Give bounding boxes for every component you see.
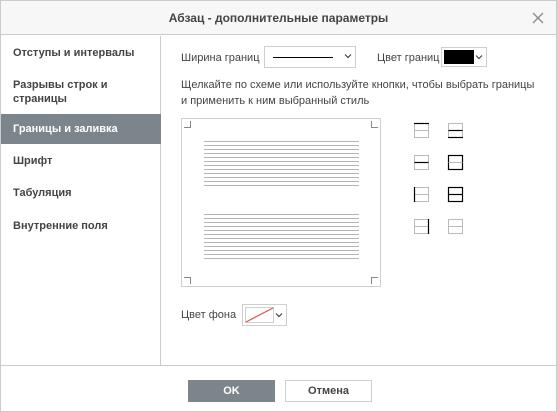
corner-mark-icon xyxy=(184,121,191,128)
border-bottom-icon[interactable] xyxy=(447,122,464,139)
border-hint-text: Щелкайте по схеме или используйте кнопки… xyxy=(181,79,535,107)
border-color-swatch xyxy=(444,50,474,64)
corner-mark-icon xyxy=(371,121,378,128)
sidebar-item-font[interactable]: Шрифт xyxy=(1,154,161,170)
border-none-icon[interactable] xyxy=(447,218,464,235)
preview-paragraph-1 xyxy=(204,141,359,189)
sidebar-item-margins[interactable]: Внутренние поля xyxy=(1,219,161,235)
border-color-picker[interactable] xyxy=(441,47,487,67)
no-fill-icon xyxy=(245,307,274,323)
chevron-down-icon xyxy=(344,54,352,59)
border-width-label: Ширина границ xyxy=(181,52,260,64)
border-outer-all-icon[interactable] xyxy=(447,154,464,171)
sidebar-item-tabs[interactable]: Табуляция xyxy=(1,186,161,202)
close-icon[interactable] xyxy=(530,10,546,26)
corner-mark-icon xyxy=(184,277,191,284)
sidebar-item-borders-fill[interactable]: Границы и заливка xyxy=(1,114,161,144)
border-inner-horizontal-icon[interactable] xyxy=(413,154,430,171)
borders-fill-panel: Ширина границ Цвет границ Щелкайте по сх… xyxy=(162,36,556,365)
border-top-icon[interactable] xyxy=(413,122,430,139)
dialog-titlebar: Абзац - дополнительные параметры xyxy=(1,1,556,35)
border-color-label: Цвет границ xyxy=(377,52,440,64)
cancel-button[interactable]: Отмена xyxy=(285,380,372,402)
ok-button[interactable]: OK xyxy=(188,380,275,402)
background-color-label: Цвет фона xyxy=(181,309,237,321)
border-width-select[interactable] xyxy=(264,46,356,68)
sidebar-item-indents[interactable]: Отступы и интервалы xyxy=(1,46,161,62)
border-right-icon[interactable] xyxy=(413,218,430,235)
border-left-icon[interactable] xyxy=(413,186,430,203)
border-width-sample xyxy=(273,57,333,58)
chevron-down-icon xyxy=(275,313,283,318)
sidebar-item-line-breaks[interactable]: Разрывы строк и страницы xyxy=(1,78,161,108)
border-preview[interactable] xyxy=(181,118,381,287)
border-all-icon[interactable] xyxy=(447,186,464,203)
paragraph-settings-dialog: Абзац - дополнительные параметры Отступы… xyxy=(0,0,557,412)
preview-paragraph-2 xyxy=(204,214,359,262)
settings-sidebar: Отступы и интервалы Разрывы строк и стра… xyxy=(1,36,161,365)
chevron-down-icon xyxy=(475,55,483,60)
corner-mark-icon xyxy=(371,277,378,284)
dialog-footer: OK Отмена xyxy=(1,365,556,411)
dialog-title: Абзац - дополнительные параметры xyxy=(168,11,389,25)
background-color-picker[interactable] xyxy=(242,304,287,326)
